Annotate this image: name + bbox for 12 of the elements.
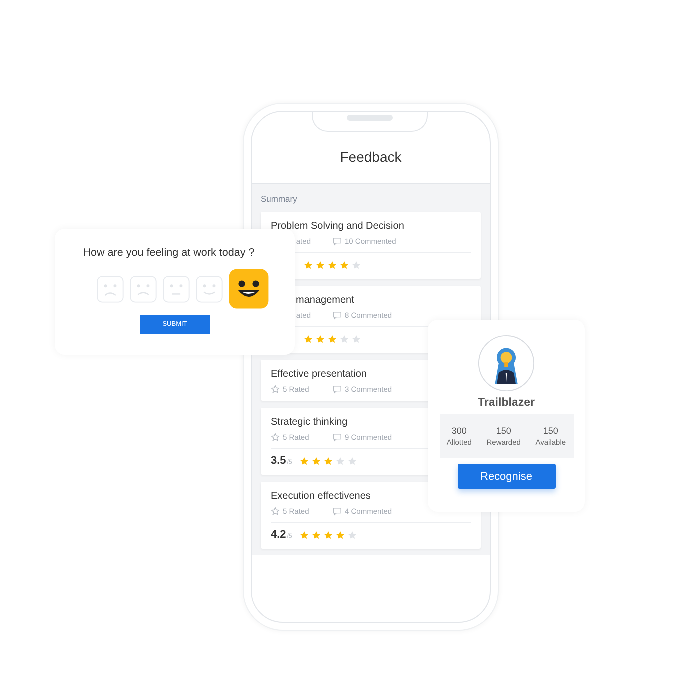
skill-title: management [295, 295, 356, 306]
screen-title: Feedback [340, 149, 402, 165]
mood-question: How are you feeling at work today ? [83, 247, 255, 259]
stat-value: 300 [452, 426, 467, 436]
section-label: Summary [261, 194, 298, 204]
skill-title: Effective presentation [271, 369, 368, 380]
stat-value: 150 [543, 426, 558, 436]
badge-name: Trailblazer [478, 397, 535, 409]
skill-title: Strategic thinking [271, 417, 349, 428]
stat-value: 150 [496, 426, 512, 436]
skill-title: Execution effectivenes [271, 491, 372, 502]
skill-title: Problem Solving and Decision [271, 221, 406, 232]
